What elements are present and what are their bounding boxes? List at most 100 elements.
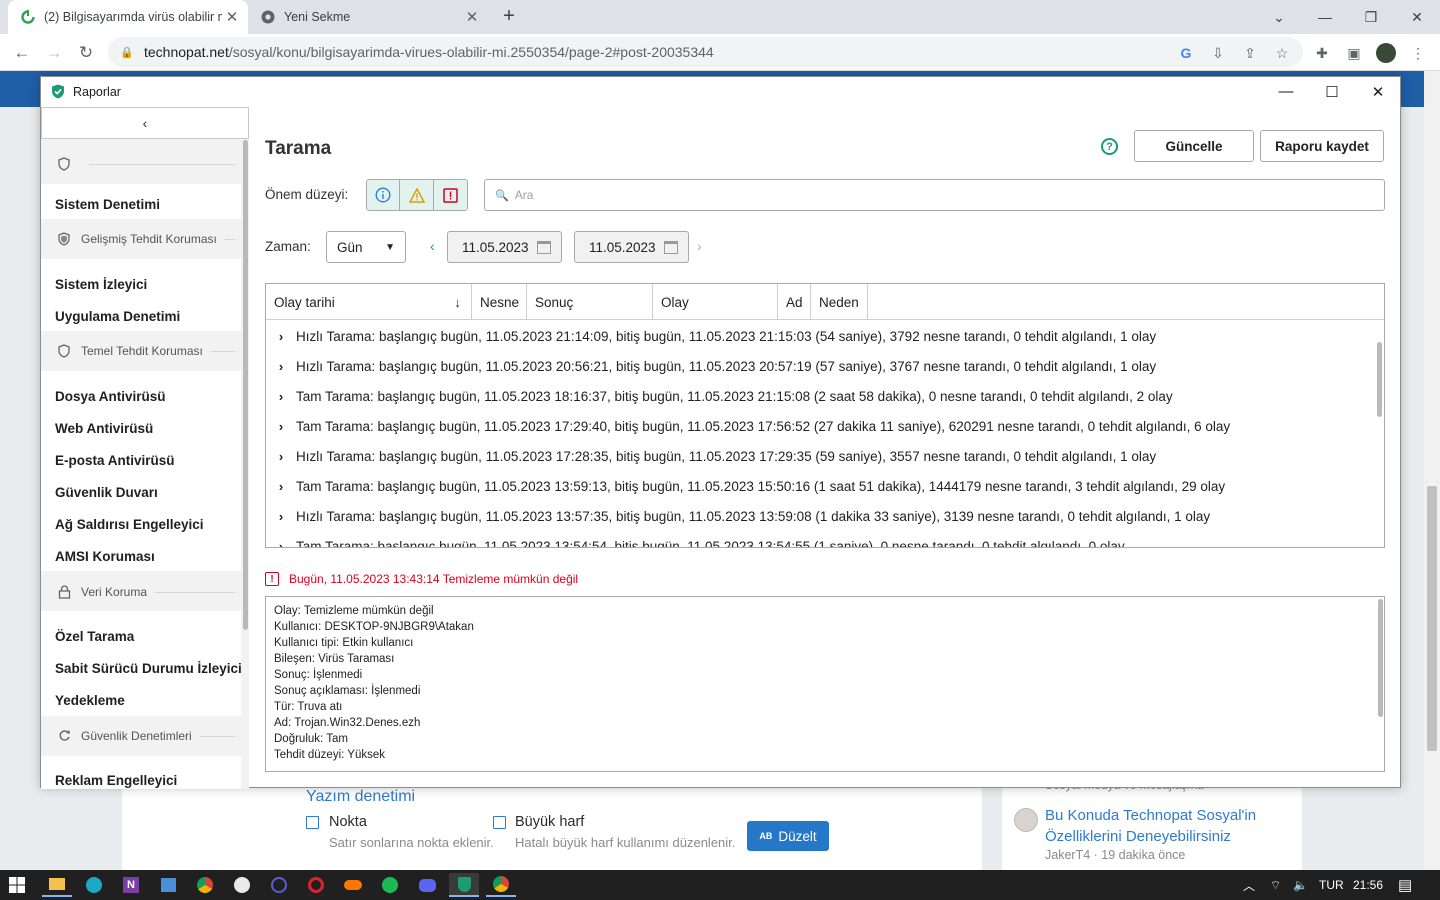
severity-critical-toggle[interactable] xyxy=(433,180,467,210)
chevron-right-icon[interactable]: › xyxy=(266,389,296,404)
address-bar[interactable]: 🔒 technopat.net/sosyal/konu/bilgisayarim… xyxy=(108,37,1303,67)
chevron-right-icon[interactable]: › xyxy=(266,329,296,344)
restore-icon[interactable]: ❐ xyxy=(1348,0,1394,34)
sidebar-item-sistem-izleyici[interactable]: Sistem İzleyici xyxy=(55,277,147,292)
column-neden[interactable]: Neden xyxy=(811,284,868,320)
tab-new[interactable]: Yeni Sekme ✕ xyxy=(248,0,488,34)
close-icon[interactable]: ✕ xyxy=(1394,0,1440,34)
chevron-right-icon[interactable]: › xyxy=(266,479,296,494)
chevron-right-icon[interactable]: › xyxy=(266,449,296,464)
tab-active[interactable]: (2) Bilgisayarımda virüs olabilir mi? ✕ xyxy=(8,0,248,34)
chevron-right-icon[interactable]: › xyxy=(266,539,296,548)
window-minimize-icon[interactable]: — xyxy=(1263,77,1309,106)
window-close-icon[interactable]: ✕ xyxy=(1355,77,1401,106)
sidebar-item-reklam[interactable]: Reklam Engelleyici xyxy=(55,773,177,788)
google-icon[interactable]: G xyxy=(1174,41,1198,65)
prev-date-icon[interactable]: ‹ xyxy=(430,238,435,254)
duzelt-button[interactable]: AB Düzelt xyxy=(747,821,829,851)
help-icon[interactable]: ? xyxy=(1101,138,1118,155)
window-titlebar[interactable]: Raporlar xyxy=(41,77,1400,106)
forward-icon[interactable]: → xyxy=(41,40,67,66)
date-from-field[interactable]: 11.05.2023 xyxy=(447,231,562,263)
column-olay-tarihi[interactable]: Olay tarihi ↓ xyxy=(266,284,472,320)
chevron-right-icon[interactable]: › xyxy=(266,509,296,524)
profile-avatar[interactable] xyxy=(1374,41,1398,65)
side-panel-icon[interactable]: ▣ xyxy=(1342,41,1366,65)
notifications-icon[interactable]: ▤ xyxy=(1398,870,1412,900)
column-sonuc[interactable]: Sonuç xyxy=(527,284,653,320)
severity-info-toggle[interactable] xyxy=(367,180,401,210)
sidebar-item-uygulama-denetimi[interactable]: Uygulama Denetimi xyxy=(55,309,180,324)
thread-link[interactable]: Bu Konuda Technopat Sosyal'in Özellikler… xyxy=(1045,805,1285,847)
sidebar-item-sabit-surucu[interactable]: Sabit Sürücü Durumu İzleyici xyxy=(55,661,242,676)
table-row[interactable]: › Tam Tarama: başlangıç bugün, 11.05.2023… xyxy=(266,381,1374,411)
table-row[interactable]: › Tam Tarama: başlangıç bugün, 11.05.2023… xyxy=(266,471,1374,501)
column-olay[interactable]: Olay xyxy=(653,284,778,320)
sidebar-scrollbar[interactable] xyxy=(243,140,249,789)
sidebar-item-sistem-denetimi[interactable]: Sistem Denetimi xyxy=(55,197,160,212)
onenote-icon[interactable]: N xyxy=(116,873,146,897)
next-date-icon[interactable]: › xyxy=(697,238,702,254)
page-scrollbar[interactable] xyxy=(1424,71,1440,870)
discord-icon[interactable] xyxy=(412,873,442,897)
spotify-icon[interactable] xyxy=(375,873,405,897)
chrome-icon[interactable] xyxy=(190,873,220,897)
windows-start-icon[interactable] xyxy=(2,873,32,897)
sidebar-item-amsi[interactable]: AMSI Koruması xyxy=(55,549,155,564)
app-circle-icon[interactable] xyxy=(264,873,294,897)
sidebar-item-eposta-antivirus[interactable]: E-posta Antivirüsü xyxy=(55,453,175,468)
column-nesne[interactable]: Nesne xyxy=(472,284,527,320)
language-indicator[interactable]: TUR xyxy=(1319,870,1344,900)
column-ad[interactable]: Ad xyxy=(778,284,811,320)
table-row[interactable]: › Tam Tarama: başlangıç bugün, 11.05.2023… xyxy=(266,411,1374,441)
chevron-right-icon[interactable]: › xyxy=(266,419,296,434)
table-row[interactable]: › Tam Tarama: başlangıç bugün, 11.05.2023… xyxy=(266,531,1374,548)
close-tab-icon[interactable]: ✕ xyxy=(222,8,242,26)
table-row[interactable]: › Hızlı Tarama: başlangıç bugün, 11.05.20… xyxy=(266,501,1374,531)
nokta-checkbox[interactable] xyxy=(306,816,319,829)
table-row[interactable]: › Hızlı Tarama: başlangıç bugün, 11.05.20… xyxy=(266,321,1374,351)
sidebar-item-ozel-tarama[interactable]: Özel Tarama xyxy=(55,629,134,644)
share-icon[interactable]: ⇪ xyxy=(1238,41,1262,65)
itunes-icon[interactable] xyxy=(227,873,257,897)
collapse-sidebar-button[interactable]: ‹ xyxy=(41,107,249,139)
detail-scrollbar-thumb[interactable] xyxy=(1378,599,1383,717)
chrome-running-icon[interactable] xyxy=(486,873,516,897)
tray-chevron-up-icon[interactable]: ︿ xyxy=(1243,870,1255,900)
search-input[interactable]: 🔍 Ara xyxy=(484,179,1385,211)
table-row[interactable]: › Hızlı Tarama: başlangıç bugün, 11.05.20… xyxy=(266,441,1374,471)
edge-icon[interactable] xyxy=(79,873,109,897)
sidebar-item-web-antivirus[interactable]: Web Antivirüsü xyxy=(55,421,153,436)
table-scrollbar-thumb[interactable] xyxy=(1377,342,1382,417)
calendar-icon[interactable] xyxy=(537,240,551,254)
buyuk-harf-checkbox[interactable] xyxy=(493,816,506,829)
new-tab-icon[interactable]: + xyxy=(498,5,520,27)
install-icon[interactable]: ⇩ xyxy=(1206,41,1230,65)
opera-icon[interactable] xyxy=(301,873,331,897)
clock[interactable]: 21:56 xyxy=(1353,870,1383,900)
bookmark-star-icon[interactable]: ☆ xyxy=(1270,41,1294,65)
detail-panel[interactable]: Olay: Temizleme mümkün değil Kullanıcı: … xyxy=(265,596,1385,772)
tab-search-icon[interactable]: ⌄ xyxy=(1256,0,1302,34)
chevron-right-icon[interactable]: › xyxy=(266,359,296,374)
menu-icon[interactable]: ⋮ xyxy=(1406,41,1430,65)
date-to-field[interactable]: 11.05.2023 xyxy=(574,231,689,263)
minimize-icon[interactable]: — xyxy=(1302,0,1348,34)
update-button[interactable]: Güncelle xyxy=(1134,130,1254,162)
close-tab-icon[interactable]: ✕ xyxy=(462,8,482,26)
page-scrollbar-thumb[interactable] xyxy=(1427,486,1437,751)
table-scrollbar[interactable] xyxy=(1376,320,1384,547)
sidebar-scrollbar-thumb[interactable] xyxy=(243,140,248,630)
sidebar-item-dosya-antivirus[interactable]: Dosya Antivirüsü xyxy=(55,389,166,404)
save-report-button[interactable]: Raporu kaydet xyxy=(1260,130,1384,162)
sidebar-item-ag-saldirisi[interactable]: Ağ Saldırısı Engelleyici xyxy=(55,517,204,532)
volume-icon[interactable]: 🔈 xyxy=(1293,870,1308,900)
table-row[interactable]: › Hızlı Tarama: başlangıç bugün, 11.05.20… xyxy=(266,351,1374,381)
store-icon[interactable] xyxy=(153,873,183,897)
window-maximize-icon[interactable]: ☐ xyxy=(1309,77,1355,106)
severity-warning-toggle[interactable] xyxy=(400,180,434,210)
sidebar-item-yedekleme[interactable]: Yedekleme xyxy=(55,693,125,708)
kaspersky-icon[interactable] xyxy=(449,873,479,897)
soundcloud-icon[interactable] xyxy=(338,873,368,897)
period-select[interactable]: Gün ▼ xyxy=(326,231,406,263)
